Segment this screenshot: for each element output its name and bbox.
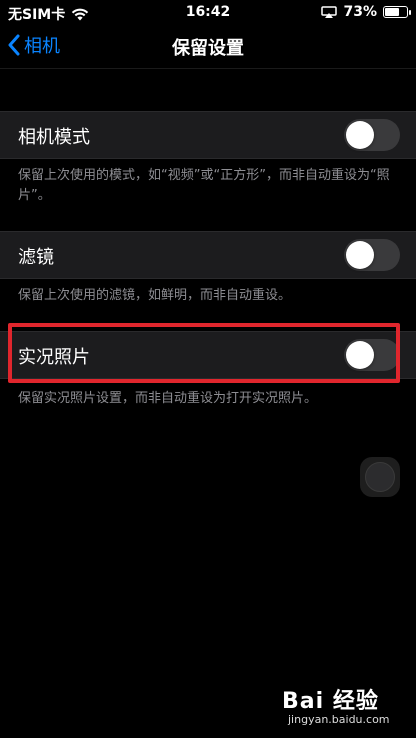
status-right: 73% xyxy=(321,4,411,20)
watermark-sub: jingyan.baidu.com xyxy=(288,713,390,726)
status-bar: 无SIM卡 16:42 73% xyxy=(0,0,416,24)
page-title: 保留设置 xyxy=(172,38,244,59)
setting-description-live-photo: 保留实况照片设置，而非自动重设为打开实况照片。 xyxy=(18,391,318,406)
battery-fill xyxy=(385,8,399,16)
watermark-main: Bai 经验 xyxy=(282,689,379,714)
assistive-touch-inner xyxy=(365,462,395,492)
filter-toggle[interactable] xyxy=(344,239,400,271)
battery-percent: 73% xyxy=(343,4,377,20)
battery-icon xyxy=(383,6,411,18)
assistive-touch-button[interactable] xyxy=(360,457,400,497)
setting-row-filter: 滤镜 xyxy=(0,231,416,279)
setting-description-filter: 保留上次使用的滤镜，如鲜明，而非自动重设。 xyxy=(18,288,292,303)
baidu-jingyan-watermark: Bai 经验 jingyan.baidu.com xyxy=(282,683,392,731)
toggle-knob xyxy=(346,241,374,269)
setting-row-camera-mode: 相机模式 xyxy=(0,111,416,159)
setting-label-camera-mode: 相机模式 xyxy=(18,127,90,148)
nav-divider xyxy=(0,68,416,69)
toggle-knob xyxy=(346,121,374,149)
navigation-bar: 相机 保留设置 xyxy=(0,24,416,68)
highlight-box xyxy=(8,323,400,383)
camera-mode-toggle[interactable] xyxy=(344,119,400,151)
setting-description-camera-mode: 保留上次使用的模式，如“视频”或“正方形”，而非自动重设为“照片”。 xyxy=(18,168,390,203)
setting-label-filter: 滤镜 xyxy=(18,247,54,268)
screen-mirroring-icon xyxy=(321,5,338,18)
